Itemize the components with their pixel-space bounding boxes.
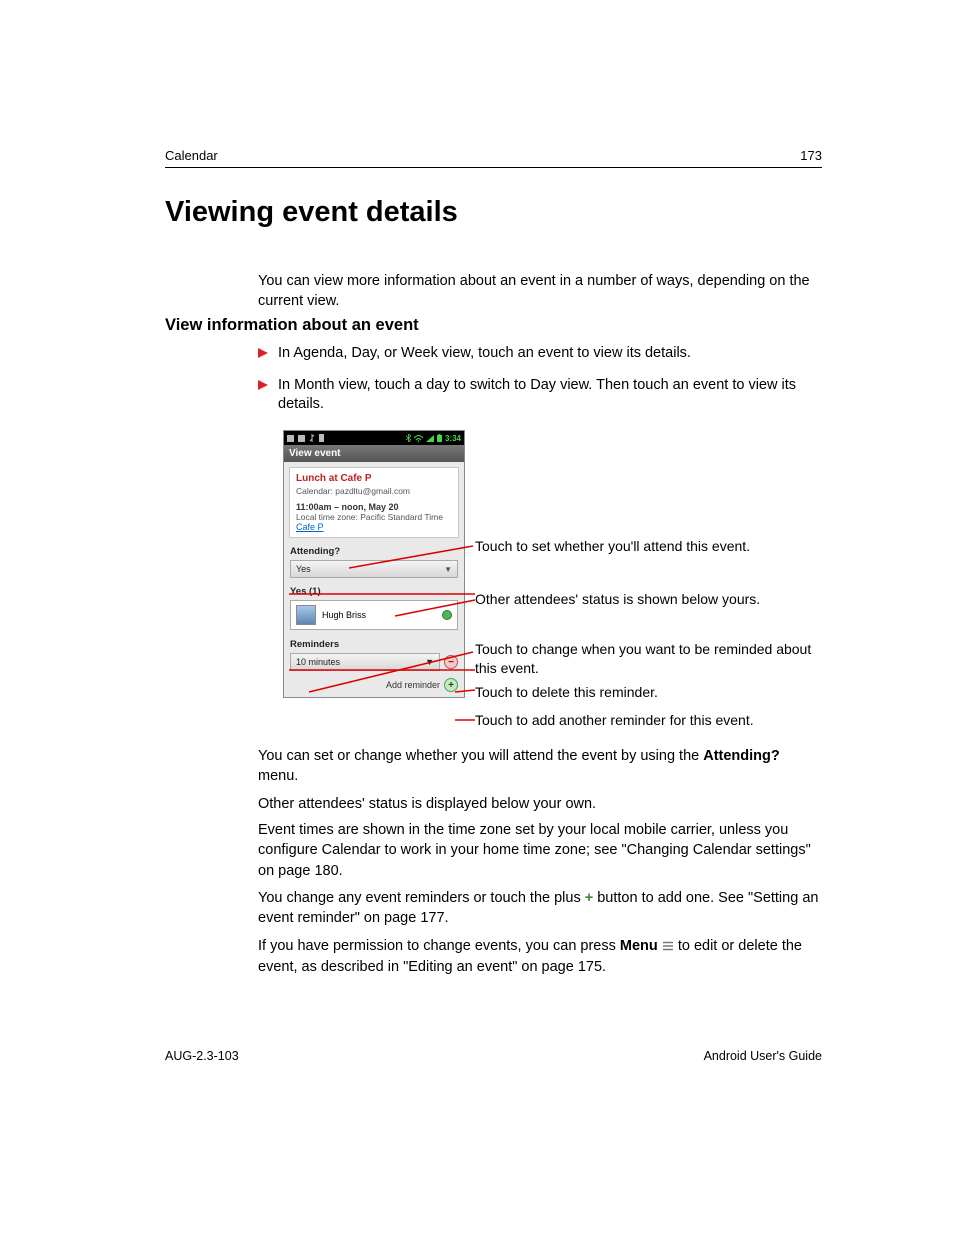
- footer-right: Android User's Guide: [704, 1049, 822, 1063]
- statusbar-time: 3:34: [445, 434, 461, 443]
- menu-bold: Menu: [620, 938, 658, 954]
- presence-dot-icon: [442, 610, 452, 620]
- bluetooth-icon: [406, 434, 411, 442]
- list-item: In Month view, touch a day to switch to …: [258, 376, 822, 415]
- attending-value: Yes: [296, 564, 311, 574]
- attending-label: Attending?: [284, 543, 464, 560]
- window-title: View event: [284, 445, 464, 462]
- intro-paragraph: You can view more information about an e…: [258, 271, 822, 312]
- triangle-bullet-icon: [258, 380, 268, 390]
- event-card: Lunch at Cafe P Calendar: pazdltu@gmail.…: [289, 467, 459, 538]
- usb-icon: [309, 434, 315, 442]
- signal-icon: [426, 435, 434, 442]
- bullet-text: In Month view, touch a day to switch to …: [278, 377, 796, 413]
- callout-text: Touch to add another reminder for this e…: [475, 711, 822, 730]
- body-paragraph: You can set or change whether you will a…: [258, 746, 822, 787]
- event-time: 11:00am – noon, May 20: [296, 502, 452, 512]
- status-icon: [287, 435, 294, 442]
- section-name: Calendar: [165, 148, 218, 163]
- screenshot-figure: 3:34 View event Lunch at Cafe P Calendar…: [283, 430, 463, 698]
- attendee-name: Hugh Briss: [322, 610, 366, 620]
- attending-menu-bold: Attending?: [703, 748, 780, 764]
- callout-text: Touch to delete this reminder.: [475, 683, 822, 702]
- page-title: Viewing event details: [165, 196, 458, 229]
- avatar: [296, 605, 316, 625]
- event-calendar: Calendar: pazdltu@gmail.com: [296, 486, 452, 496]
- add-reminder-button[interactable]: +: [444, 678, 458, 692]
- callout-text: Other attendees' status is shown below y…: [475, 590, 822, 609]
- chevron-down-icon: ▼: [444, 565, 452, 574]
- add-reminder-row[interactable]: Add reminder +: [284, 676, 464, 697]
- event-location-link[interactable]: Cafe P: [296, 522, 324, 532]
- event-title: Lunch at Cafe P: [296, 473, 452, 484]
- body-paragraph: If you have permission to change events,…: [258, 936, 822, 978]
- page-number: 173: [800, 148, 822, 163]
- yes-count-label: Yes (1): [284, 583, 464, 600]
- running-head: Calendar 173: [165, 148, 822, 168]
- callout-text: Touch to change when you want to be remi…: [475, 640, 822, 678]
- menu-icon: [662, 937, 674, 957]
- status-icon: [319, 434, 324, 442]
- attendee-row[interactable]: Hugh Briss: [290, 600, 458, 630]
- battery-icon: [437, 434, 442, 442]
- attending-dropdown[interactable]: Yes ▼: [290, 560, 458, 578]
- add-reminder-label: Add reminder: [386, 680, 440, 690]
- body-paragraph: Other attendees' status is displayed bel…: [258, 794, 822, 814]
- phone-screenshot: 3:34 View event Lunch at Cafe P Calendar…: [283, 430, 465, 698]
- reminder-value: 10 minutes: [296, 657, 340, 667]
- body-paragraph: You change any event reminders or touch …: [258, 888, 822, 929]
- statusbar: 3:34: [284, 431, 464, 445]
- body-paragraph: Event times are shown in the time zone s…: [258, 820, 822, 881]
- wifi-icon: [414, 435, 423, 442]
- delete-reminder-button[interactable]: −: [444, 655, 458, 669]
- bullet-list: In Agenda, Day, or Week view, touch an e…: [258, 344, 822, 427]
- callout-text: Touch to set whether you'll attend this …: [475, 537, 822, 556]
- reminder-dropdown[interactable]: 10 minutes ▼: [290, 653, 440, 671]
- subheading: View information about an event: [165, 316, 419, 335]
- reminder-row: 10 minutes ▼ −: [284, 653, 464, 676]
- footer-left: AUG-2.3-103: [165, 1049, 239, 1063]
- list-item: In Agenda, Day, or Week view, touch an e…: [258, 344, 822, 364]
- event-timezone: Local time zone: Pacific Standard Time: [296, 512, 452, 522]
- plus-icon: +: [585, 890, 593, 906]
- status-icon: [298, 435, 305, 442]
- chevron-down-icon: ▼: [425, 657, 434, 667]
- bullet-text: In Agenda, Day, or Week view, touch an e…: [278, 345, 691, 361]
- page-footer: AUG-2.3-103 Android User's Guide: [165, 1049, 822, 1063]
- triangle-bullet-icon: [258, 348, 268, 358]
- reminders-label: Reminders: [284, 636, 464, 653]
